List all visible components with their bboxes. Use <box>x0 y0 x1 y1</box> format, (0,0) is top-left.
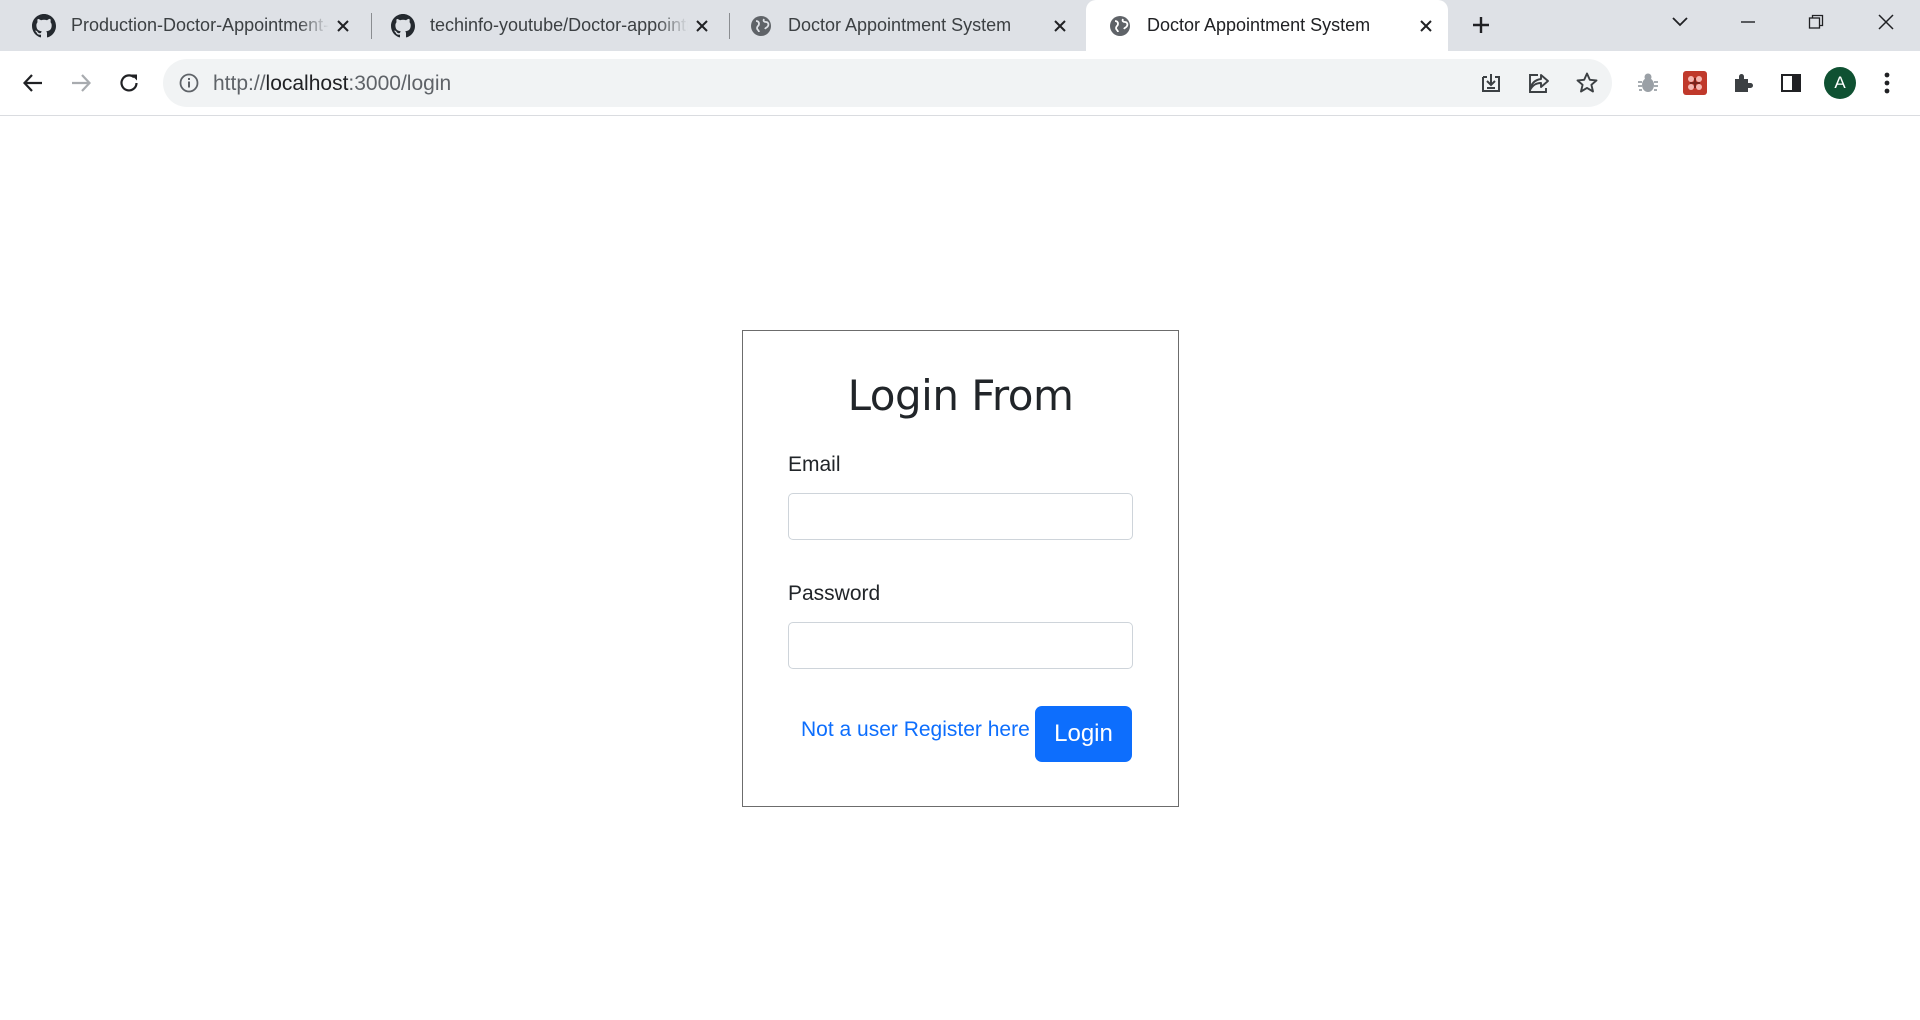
login-title: Login From <box>847 371 1074 420</box>
reload-button[interactable] <box>111 65 147 101</box>
tab-search-chevron-icon[interactable] <box>1650 0 1710 44</box>
bookmark-star-icon[interactable] <box>1573 69 1601 97</box>
email-input[interactable] <box>788 493 1133 540</box>
browser-toolbar: http://localhost:3000/login A <box>0 51 1920 116</box>
tab-close-icon[interactable] <box>688 12 716 40</box>
side-panel-icon[interactable] <box>1776 68 1806 98</box>
email-label: Email <box>788 453 841 476</box>
github-icon <box>31 13 56 38</box>
url-scheme: http:// <box>213 72 266 95</box>
bug-extension-icon[interactable] <box>1633 68 1663 98</box>
tab-title: techinfo-youtube/Doctor-appointment-syst… <box>430 15 688 35</box>
password-input[interactable] <box>788 622 1133 669</box>
new-tab-button[interactable] <box>1464 8 1498 42</box>
restore-button[interactable] <box>1786 0 1846 44</box>
minimize-button[interactable] <box>1718 0 1778 44</box>
globe-icon <box>748 13 773 38</box>
url-text[interactable]: http://localhost:3000/login <box>213 72 451 96</box>
tab-doctor-appointment[interactable]: Doctor Appointment System <box>727 0 1082 51</box>
tab-title: Doctor Appointment System <box>788 15 1012 35</box>
back-button[interactable] <box>15 65 51 101</box>
login-card: Login From Email Password Not a user Reg… <box>742 330 1179 807</box>
share-icon[interactable] <box>1525 69 1553 97</box>
tab-close-icon[interactable] <box>1046 12 1074 40</box>
tab-close-icon[interactable] <box>1412 12 1440 40</box>
login-button[interactable]: Login <box>1035 706 1132 762</box>
tab-github-production[interactable]: Production-Doctor-Appointment-System <box>10 0 365 51</box>
tab-title: Doctor Appointment System <box>1147 15 1371 35</box>
register-link[interactable]: Not a user Register here <box>801 718 1030 742</box>
more-menu-icon[interactable] <box>1872 68 1902 98</box>
password-label: Password <box>788 582 881 605</box>
install-app-icon[interactable] <box>1477 69 1505 97</box>
globe-icon <box>1107 13 1132 38</box>
url-host: localhost <box>265 72 349 95</box>
tab-doctor-appointment-active[interactable]: Doctor Appointment System <box>1086 0 1448 51</box>
github-icon <box>390 13 415 38</box>
address-bar[interactable]: http://localhost:3000/login <box>163 59 1612 107</box>
browser-tab-strip: Production-Doctor-Appointment-System tec… <box>0 0 1920 51</box>
profile-avatar[interactable]: A <box>1824 67 1856 99</box>
tab-github-techinfo[interactable]: techinfo-youtube/Doctor-appointment-syst… <box>369 0 724 51</box>
site-info-icon[interactable] <box>177 71 201 95</box>
url-path: :3000/login <box>348 72 452 95</box>
tab-title: Production-Doctor-Appointment-System <box>71 15 329 35</box>
red-extension-icon[interactable] <box>1680 68 1710 98</box>
extensions-puzzle-icon[interactable] <box>1728 68 1758 98</box>
forward-button[interactable] <box>63 65 99 101</box>
tab-close-icon[interactable] <box>329 12 357 40</box>
close-window-button[interactable] <box>1856 0 1916 44</box>
